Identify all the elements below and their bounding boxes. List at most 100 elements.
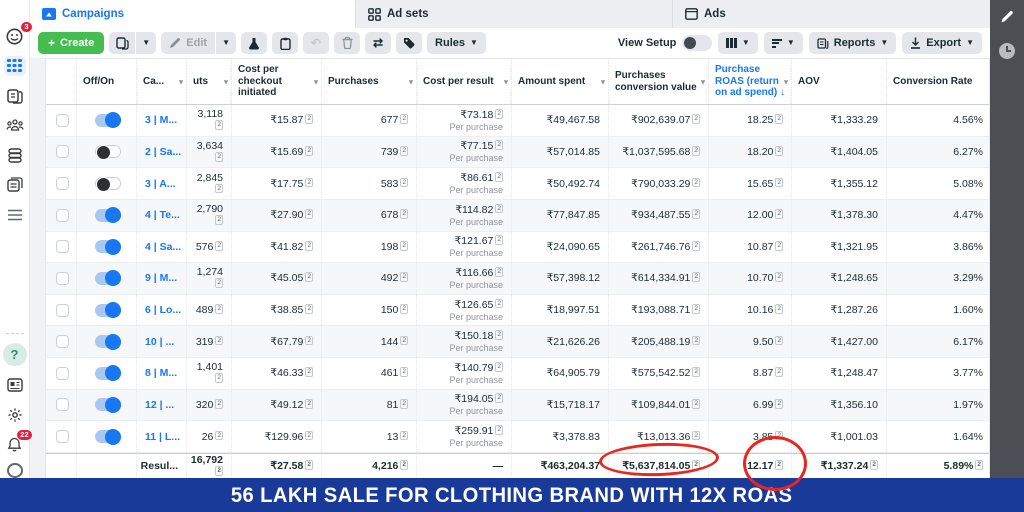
campaign-toggle[interactable] xyxy=(95,272,121,285)
campaign-name-link[interactable]: 4 | Te... xyxy=(145,209,178,221)
row-checkbox[interactable] xyxy=(56,335,69,348)
campaign-toggle[interactable] xyxy=(95,209,121,222)
checkouts-cell: 1,4012 xyxy=(186,358,231,389)
column-header-cost_per_result[interactable]: Cost per result▾ xyxy=(416,59,511,104)
column-header-name[interactable]: Ca...▾ xyxy=(136,59,186,104)
account-smiley-icon[interactable]: 3 xyxy=(4,26,26,47)
checkouts-cell: 3202 xyxy=(186,390,231,421)
create-button[interactable]: + Create xyxy=(38,32,104,54)
column-header-conv_value[interactable]: Purchases conversion value▾ xyxy=(608,59,708,104)
results-conv_value-cell: ₹5,637,814.052 xyxy=(608,454,708,479)
sidebar-item-ads-library[interactable] xyxy=(4,175,26,196)
aov-cell: ₹1,355.12 xyxy=(791,168,886,199)
sort-caret-icon[interactable]: ▾ xyxy=(179,77,183,86)
column-header-cost_per_checkout[interactable]: Cost per checkout initiated▾ xyxy=(231,59,321,104)
tab-ad-sets[interactable]: Ad sets xyxy=(355,0,672,28)
campaign-name-link[interactable]: 4 | Sa... xyxy=(145,241,178,253)
edit-pencil-icon[interactable] xyxy=(1000,10,1014,29)
campaign-name-link[interactable]: 12 | ... xyxy=(145,399,178,411)
duplicate-dropdown-button[interactable]: ▼ xyxy=(136,32,156,54)
campaign-name-link[interactable]: 2 | Sa... xyxy=(145,146,178,158)
row-checkbox[interactable] xyxy=(56,398,69,411)
off-on-cell xyxy=(76,168,136,199)
sidebar-item-pages[interactable] xyxy=(4,85,26,106)
notifications-bell-icon[interactable]: 22 xyxy=(4,434,26,455)
row-checkbox-cell xyxy=(46,232,76,263)
sidebar-item-billing[interactable] xyxy=(4,145,26,166)
column-header-amount_spent[interactable]: Amount spent▾ xyxy=(511,59,608,104)
campaign-name-link[interactable]: 9 | M... xyxy=(145,272,178,284)
column-header-roas[interactable]: Purchase ROAS (return on ad spend) ↓▾ xyxy=(708,59,791,104)
sort-caret-icon[interactable]: ▾ xyxy=(701,77,705,86)
help-icon[interactable]: ? xyxy=(3,343,27,366)
campaign-name-link[interactable]: 3 | M... xyxy=(145,114,178,126)
sort-caret-icon[interactable]: ▾ xyxy=(224,77,228,86)
amount_spent-cell: ₹15,718.17 xyxy=(511,390,608,421)
profile-avatar-partial[interactable] xyxy=(7,463,23,478)
row-checkbox[interactable] xyxy=(56,177,69,190)
undo-button[interactable]: ↶ xyxy=(303,32,329,54)
column-header-purchases[interactable]: Purchases▾ xyxy=(321,59,416,104)
campaign-name-cell: 11 | L... xyxy=(136,421,186,452)
campaign-name-link[interactable]: 10 | ... xyxy=(145,336,178,348)
settings-gear-icon[interactable] xyxy=(4,404,26,425)
edit-dropdown-button[interactable]: ▼ xyxy=(216,32,236,54)
row-checkbox-cell xyxy=(46,326,76,357)
clipboard-button[interactable] xyxy=(272,32,298,54)
ab-test-button[interactable] xyxy=(241,32,267,54)
campaign-toggle[interactable] xyxy=(95,304,121,317)
delete-button[interactable] xyxy=(334,32,360,54)
sort-caret-icon[interactable]: ▾ xyxy=(314,77,318,86)
export-button[interactable]: Export ▼ xyxy=(902,32,982,54)
annotation-marker: 2 xyxy=(495,299,503,309)
row-checkbox[interactable] xyxy=(56,240,69,253)
campaign-toggle[interactable] xyxy=(95,398,121,411)
results-amount_spent-cell: ₹463,204.37 xyxy=(511,454,608,479)
row-checkbox[interactable] xyxy=(56,430,69,443)
campaign-toggle[interactable] xyxy=(95,114,121,127)
campaign-toggle[interactable] xyxy=(95,240,121,253)
row-checkbox[interactable] xyxy=(56,367,69,380)
conv_value-cell: ₹790,033.292 xyxy=(608,168,708,199)
updates-icon[interactable] xyxy=(4,375,26,396)
tab-ads[interactable]: Ads xyxy=(672,0,990,28)
column-header-checkouts[interactable]: uts▾ xyxy=(186,59,231,104)
campaign-toggle[interactable] xyxy=(95,335,121,348)
annotation-marker: 2 xyxy=(692,367,700,377)
campaign-toggle[interactable] xyxy=(95,430,121,443)
purchases-cell: 7392 xyxy=(321,137,416,168)
more-menu-icon[interactable] xyxy=(4,204,26,225)
tag-button[interactable] xyxy=(396,32,422,54)
sort-caret-icon[interactable]: ▾ xyxy=(409,77,413,86)
row-checkbox[interactable] xyxy=(56,304,69,317)
duplicate-button[interactable] xyxy=(109,32,135,54)
reports-button[interactable]: Reports ▼ xyxy=(809,32,896,54)
campaign-toggle[interactable] xyxy=(95,177,121,190)
row-checkbox[interactable] xyxy=(56,272,69,285)
edit-button[interactable]: Edit xyxy=(161,32,215,54)
campaign-name-link[interactable]: 6 | Lo... xyxy=(145,304,178,316)
annotation-marker: 2 xyxy=(495,140,503,150)
row-checkbox[interactable] xyxy=(56,145,69,158)
rules-button[interactable]: Rules ▼ xyxy=(427,32,486,54)
tab-campaigns[interactable]: Campaigns xyxy=(30,0,355,28)
campaign-toggle[interactable] xyxy=(95,367,121,380)
campaign-name-link[interactable]: 3 | A... xyxy=(145,178,178,190)
campaign-toggle[interactable] xyxy=(95,145,121,158)
view-setup-toggle[interactable] xyxy=(682,35,712,51)
breakdown-button[interactable]: ▼ xyxy=(764,32,803,54)
sidebar-item-audiences[interactable] xyxy=(4,115,26,136)
sort-caret-icon[interactable]: ▾ xyxy=(784,77,788,86)
campaign-name-link[interactable]: 11 | L... xyxy=(145,431,178,443)
row-checkbox[interactable] xyxy=(56,209,69,222)
row-checkbox[interactable] xyxy=(56,114,69,127)
columns-button[interactable]: ▼ xyxy=(718,32,757,54)
history-clock-icon[interactable] xyxy=(999,43,1015,59)
assets-sync-button[interactable]: ⇄ xyxy=(365,32,391,54)
results-purchases-cell: 4,2162 xyxy=(321,454,416,479)
sidebar-item-ads-manager[interactable] xyxy=(4,56,26,77)
sort-caret-icon[interactable]: ▾ xyxy=(504,77,508,86)
sort-caret-icon[interactable]: ▾ xyxy=(601,77,605,86)
campaign-row: 9 | M...1,2742₹45.0524922₹116.662Per pur… xyxy=(46,263,989,295)
campaign-name-link[interactable]: 8 | M... xyxy=(145,367,178,379)
